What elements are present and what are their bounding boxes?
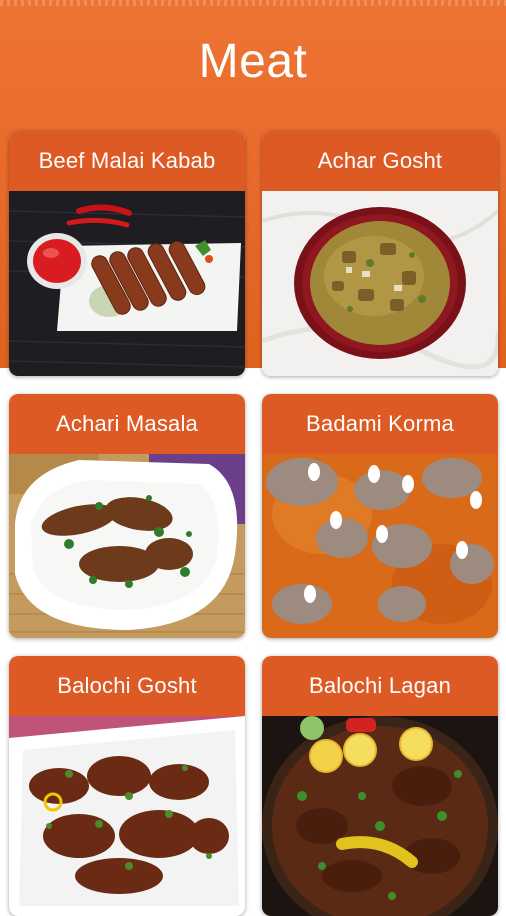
recipe-image: [9, 716, 245, 916]
recipe-image: [9, 454, 245, 638]
recipe-card-achari-masala[interactable]: Achari Masala: [9, 394, 245, 638]
recipe-title: Balochi Gosht: [9, 656, 245, 716]
recipe-title: Balochi Lagan: [262, 656, 498, 716]
recipe-title: Beef Malai Kabab: [9, 131, 245, 191]
recipe-card-balochi-lagan[interactable]: Balochi Lagan: [262, 656, 498, 916]
recipe-image: [262, 191, 498, 376]
recipe-card-achar-gosht[interactable]: Achar Gosht: [262, 131, 498, 376]
recipe-card-beef-malai-kabab[interactable]: Beef Malai Kabab: [9, 131, 245, 376]
recipe-image: [262, 454, 498, 638]
recipe-image: [9, 191, 245, 376]
recipe-title: Achar Gosht: [262, 131, 498, 191]
recipe-card-balochi-gosht[interactable]: Balochi Gosht: [9, 656, 245, 916]
page-title: Meat: [198, 35, 308, 88]
recipe-title: Badami Korma: [262, 394, 498, 454]
recipe-card-badami-korma[interactable]: Badami Korma: [262, 394, 498, 638]
recipe-image: [262, 716, 498, 916]
recipe-title: Achari Masala: [9, 394, 245, 454]
